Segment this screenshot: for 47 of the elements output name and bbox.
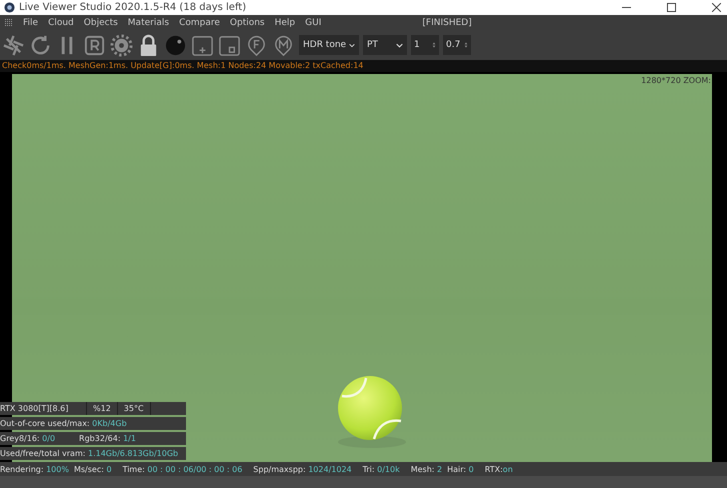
gpu-stat: RTX 3080[T][8.6] bbox=[0, 402, 87, 415]
status-item: Hair: 0 bbox=[447, 464, 474, 474]
timing-info: Check0ms/1ms. MeshGen:1ms. Update[G]:0ms. Mesh:1 Nodes:24 Movable:2 txCached:14 bbox=[0, 60, 727, 72]
status-item: Tri: 0/10k bbox=[362, 464, 400, 474]
number-spinner[interactable]: 0.7 bbox=[443, 35, 471, 55]
app-logo-icon bbox=[4, 2, 15, 13]
window-title: Live Viewer Studio 2020.1.5-R4 (18 days left) bbox=[19, 2, 246, 13]
status-item: RTX:on bbox=[484, 464, 513, 474]
memory-stat: Used/free/total vram: 1.14Gb/6.813Gb/10Gb bbox=[0, 449, 178, 458]
menu-item[interactable]: Options bbox=[230, 18, 265, 28]
menu-item[interactable]: GUI bbox=[305, 18, 322, 28]
add-square-icon[interactable] bbox=[191, 34, 214, 56]
chevron-icon bbox=[349, 42, 355, 48]
status-item: Ms/sec: 0 bbox=[74, 464, 112, 474]
render-status: [FINISHED] bbox=[422, 18, 472, 28]
f-pin-icon[interactable] bbox=[245, 34, 268, 56]
gear-icon[interactable] bbox=[110, 34, 133, 56]
status-item: Rendering: 100% bbox=[0, 464, 69, 474]
small-square-icon[interactable] bbox=[218, 34, 241, 56]
menu-item[interactable]: Cloud bbox=[48, 18, 74, 28]
mode-dropdown[interactable]: PT bbox=[363, 35, 407, 55]
status-item: Mesh: 2 bbox=[410, 464, 442, 474]
chevron-icon bbox=[396, 42, 403, 48]
gpu-stat: 35°C bbox=[118, 402, 151, 415]
r-square-icon[interactable] bbox=[83, 34, 106, 56]
menu-item[interactable]: Materials bbox=[128, 18, 170, 28]
number-spinner[interactable]: 1 bbox=[411, 35, 439, 55]
sphere-icon[interactable] bbox=[164, 34, 187, 56]
memory-stat: Grey8/16: 0/0 bbox=[0, 434, 56, 443]
memory-stat: Out-of-core used/max: 0Kb/4Gb bbox=[0, 419, 127, 428]
menu-item[interactable]: File bbox=[23, 18, 38, 28]
status-item: Spp/maxspp: 1024/1024 bbox=[253, 464, 352, 474]
spin-arrows-icon bbox=[432, 41, 436, 49]
maximize-icon[interactable] bbox=[667, 3, 676, 12]
gpu-stat: %12 bbox=[87, 402, 118, 415]
status-item: Time: 00 : 00 : 06/00 : 00 : 06 bbox=[122, 464, 242, 474]
memory-stat: Rgb32/64: 1/1 bbox=[79, 434, 136, 443]
menu-item[interactable]: Help bbox=[274, 18, 296, 28]
menu-item[interactable]: Objects bbox=[84, 18, 118, 28]
refresh-icon[interactable] bbox=[29, 34, 52, 56]
spin-arrows-icon bbox=[464, 41, 468, 49]
resolution-overlay: 1280*720 ZOOM: bbox=[641, 76, 711, 85]
m-pin-icon[interactable] bbox=[272, 34, 295, 56]
menu-item[interactable]: Compare bbox=[179, 18, 220, 28]
mode-dropdown[interactable]: HDR tone bbox=[299, 35, 359, 55]
aperture-icon[interactable] bbox=[2, 34, 25, 56]
close-icon[interactable] bbox=[712, 3, 721, 12]
